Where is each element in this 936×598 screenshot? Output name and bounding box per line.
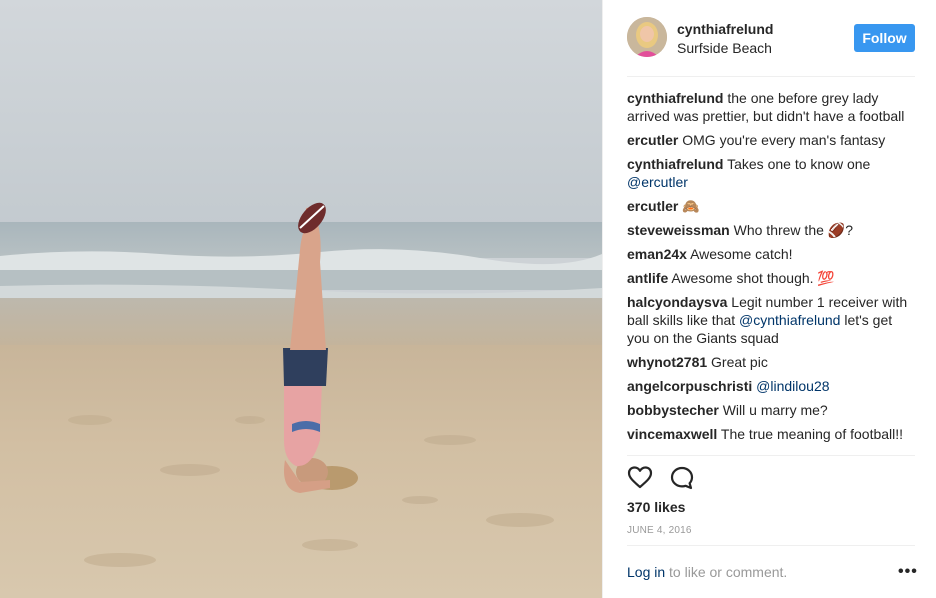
action-bar (627, 465, 707, 493)
comment-username[interactable]: vincemaxwell (627, 426, 717, 442)
avatar-image (627, 17, 667, 57)
footer-divider (627, 545, 915, 546)
more-options-icon[interactable]: ••• (898, 563, 918, 581)
comment-username[interactable]: ercutler (627, 132, 678, 148)
login-link[interactable]: Log in (627, 564, 665, 580)
post-photo[interactable] (0, 0, 602, 598)
comment-item: cynthiafrelund Takes one to know one @er… (627, 155, 917, 191)
comment-item: cynthiafrelund the one before grey lady … (627, 89, 917, 125)
comment-mention-link[interactable]: @cynthiafrelund (739, 312, 840, 328)
comment-username[interactable]: cynthiafrelund (627, 156, 723, 172)
comment-item: angelcorpuschristi @lindilou28 (627, 377, 917, 395)
comment-text: Great pic (711, 354, 768, 370)
comment-item: antlife Awesome shot though. 💯 (627, 269, 917, 287)
comment-text: Takes one to know one (727, 156, 871, 172)
comment-text: Will u marry me? (722, 402, 828, 418)
comment-username[interactable]: halcyondaysva (627, 294, 727, 310)
avatar[interactable] (627, 17, 667, 57)
comment-mention-link[interactable]: @ercutler (627, 174, 688, 190)
post-date: JUNE 4, 2016 (627, 525, 692, 536)
comment-username[interactable]: antlife (627, 270, 668, 286)
heart-icon[interactable] (627, 465, 653, 492)
comment-item: ercutler 🙈 (627, 197, 917, 215)
comment-item: whynot2781 Great pic (627, 353, 917, 371)
post-sidebar: cynthiafrelund Surfside Beach Follow cyn… (602, 0, 936, 598)
follow-button[interactable]: Follow (854, 24, 915, 52)
post-username[interactable]: cynthiafrelund (677, 21, 773, 37)
comment-item: vincemaxwell The true meaning of footbal… (627, 425, 917, 443)
comment-text: Awesome catch! (690, 246, 793, 262)
comment-item: bobbystecher Will u marry me? (627, 401, 917, 419)
comment-text: 🙈 (682, 198, 700, 214)
login-text: to like or comment. (669, 564, 788, 580)
comment-username[interactable]: steveweissman (627, 222, 730, 238)
comment-text: Who threw the 🏈? (733, 222, 853, 238)
comment-bubble-icon[interactable] (669, 465, 695, 494)
comment-username[interactable]: cynthiafrelund (627, 90, 723, 106)
comment-item: steveweissman Who threw the 🏈? (627, 221, 917, 239)
comment-mention-link[interactable]: @lindilou28 (756, 378, 829, 394)
comment-text: The true meaning of football!! (720, 426, 904, 442)
beach-handstand-image (0, 0, 602, 598)
comment-item: ercutler OMG you're every man's fantasy (627, 131, 917, 149)
comment-item: eman24x Awesome catch! (627, 245, 917, 263)
comment-text: Awesome shot though. 💯 (671, 270, 835, 286)
comments-list: cynthiafrelund the one before grey lady … (627, 89, 917, 449)
header-divider (627, 76, 915, 77)
comment-username[interactable]: ercutler (627, 198, 678, 214)
likes-count[interactable]: 370 likes (627, 499, 685, 515)
post-location[interactable]: Surfside Beach (677, 40, 772, 56)
login-prompt: Log in to like or comment. (627, 564, 787, 580)
comment-username[interactable]: eman24x (627, 246, 687, 262)
comment-username[interactable]: whynot2781 (627, 354, 707, 370)
comment-username[interactable]: bobbystecher (627, 402, 719, 418)
comment-item: halcyondaysva Legit number 1 receiver wi… (627, 293, 917, 347)
actions-divider (627, 455, 915, 456)
comment-text: OMG you're every man's fantasy (682, 132, 886, 148)
comment-username[interactable]: angelcorpuschristi (627, 378, 752, 394)
post-header: cynthiafrelund Surfside Beach Follow (603, 0, 936, 77)
